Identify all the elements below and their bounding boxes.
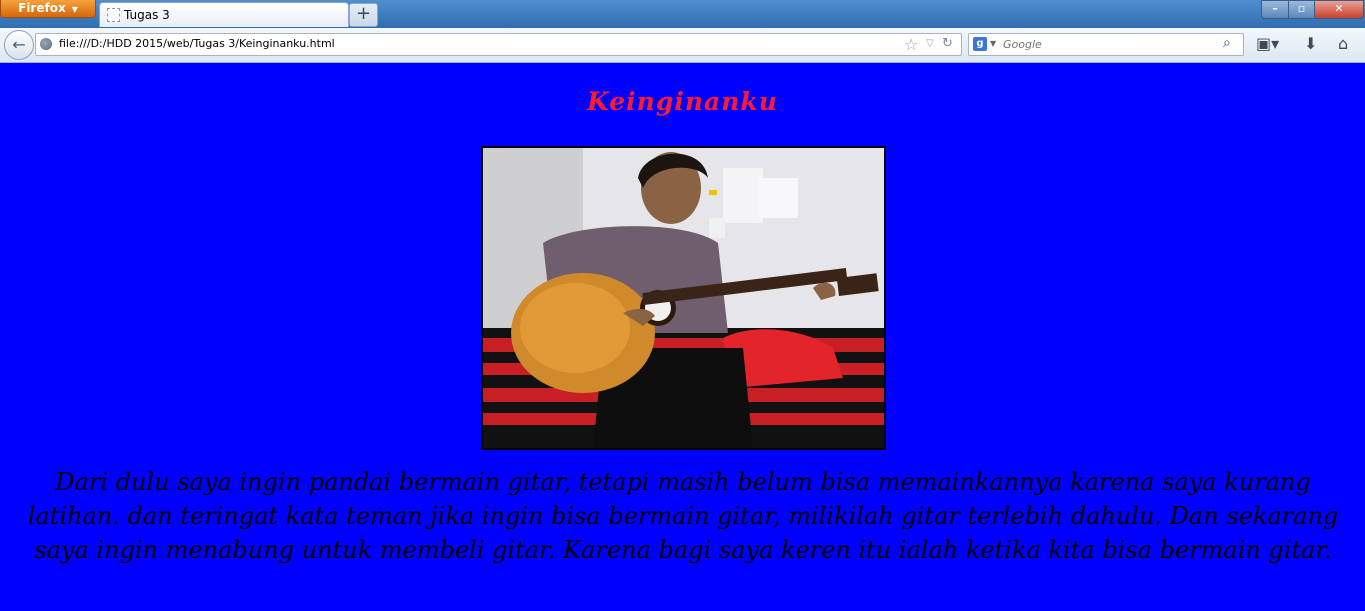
back-button[interactable]: ← [4,30,34,60]
download-icon[interactable]: ⬇ [1304,34,1317,53]
page-title: Keinginanku [587,87,778,116]
google-engine-icon[interactable]: g [973,37,987,51]
search-bar[interactable]: g ▼ ⌕ [968,33,1244,56]
search-icon[interactable]: ⌕ [1223,35,1231,51]
boy-playing-guitar-image [483,148,884,448]
address-bar[interactable]: file:///D:/HDD 2015/web/Tugas 3/Keingina… [35,33,962,56]
engine-dropdown-icon[interactable]: ▼ [990,39,996,48]
chevron-down-icon: ▼ [71,5,78,14]
close-button[interactable]: ✕ [1314,0,1364,19]
window-titlebar: Firefox ▼ Tugas 3 + – ▫ ✕ [0,0,1365,28]
tab-title: Tugas 3 [124,8,170,22]
minimize-button[interactable]: – [1261,0,1289,19]
globe-icon [40,38,52,50]
guitar-photo [481,146,886,450]
navigation-toolbar: ← file:///D:/HDD 2015/web/Tugas 3/Keingi… [0,28,1365,63]
maximize-button[interactable]: ▫ [1288,0,1315,19]
back-arrow-icon: ← [12,35,26,54]
search-input[interactable] [1003,36,1213,52]
tab-tugas-3[interactable]: Tugas 3 [99,2,349,27]
blank-page-icon [107,8,120,22]
wish-paragraph: Dari dulu saya ingin pandai bermain gita… [27,468,1339,564]
history-dropdown-icon[interactable]: ▽ [926,38,934,49]
bookmark-star-icon[interactable]: ☆ [904,35,918,54]
url-text[interactable]: file:///D:/HDD 2015/web/Tugas 3/Keingina… [59,37,335,50]
bookmarks-menu-icon[interactable]: ▣▾ [1256,34,1279,53]
page-content: Keinginanku Dari dulu saya ingin pandai … [0,63,1365,611]
reload-icon[interactable]: ↻ [942,36,953,51]
firefox-menu-button[interactable]: Firefox ▼ [0,0,96,18]
firefox-menu-label: Firefox [18,1,66,15]
home-icon[interactable]: ⌂ [1338,34,1348,53]
new-tab-button[interactable]: + [349,3,378,27]
